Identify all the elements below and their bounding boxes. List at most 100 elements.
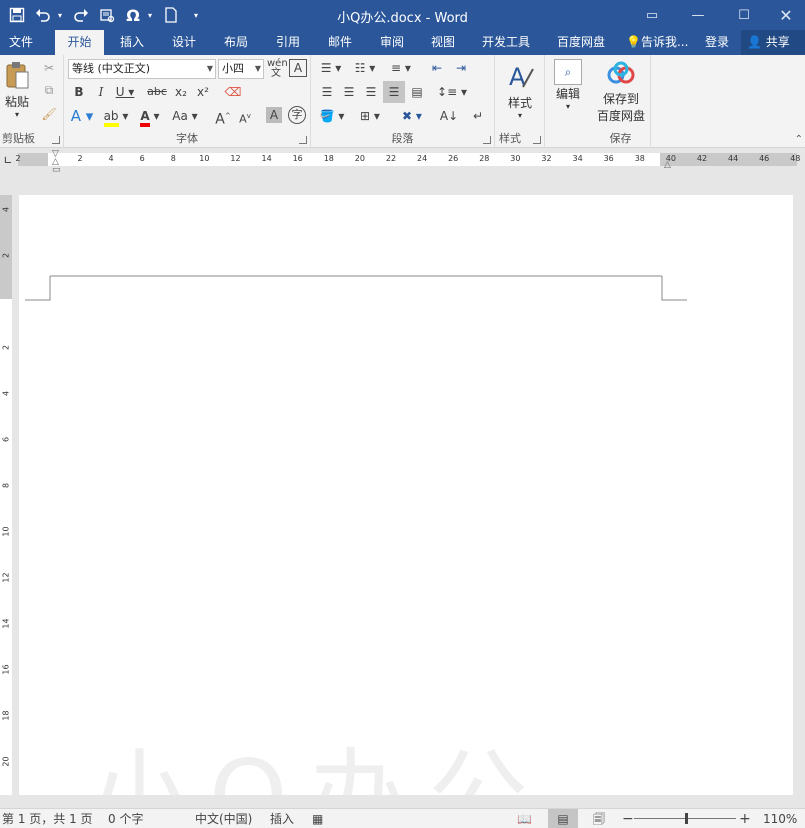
justify-icon[interactable]: ☰	[383, 81, 405, 103]
subscript-icon[interactable]: x₂	[172, 83, 190, 101]
macro-record-icon[interactable]: ▦	[312, 809, 323, 828]
ruler-number: 24	[417, 154, 428, 163]
strikethrough-icon[interactable]: abc	[146, 83, 168, 101]
align-left-icon[interactable]: ☰	[317, 83, 337, 101]
asian-layout-icon[interactable]: ✖ ▾	[397, 107, 427, 125]
sort-icon[interactable]: A↓	[439, 107, 459, 125]
text-effects-icon[interactable]: A ▾	[70, 107, 94, 125]
paragraph-group-label: 段落	[391, 132, 414, 145]
zoom-in-icon[interactable]: +	[739, 809, 751, 828]
grow-font-icon[interactable]: A^	[214, 107, 232, 129]
web-layout-icon[interactable]: 🗐	[593, 809, 605, 828]
tab-design[interactable]: 设计	[162, 30, 206, 55]
ruler-number: 30	[510, 154, 521, 163]
styles-dropdown-icon[interactable]: ▾	[501, 111, 539, 120]
font-name-combo[interactable]: 等线 (中文正文) ▼	[68, 59, 216, 79]
borders-icon[interactable]: ⊞ ▾	[355, 107, 385, 125]
font-size-combo[interactable]: 小四 ▼	[218, 59, 264, 79]
login-link[interactable]: 登录	[705, 30, 729, 55]
document-page[interactable]: 小Q办公	[19, 195, 793, 795]
page-count[interactable]: 第 1 页，共 1 页	[2, 809, 93, 828]
ruler-number: 14	[261, 154, 272, 163]
font-color-icon[interactable]: A ▾	[136, 107, 164, 127]
superscript-icon[interactable]: x²	[194, 83, 212, 101]
horizontal-ruler[interactable]: ∟ 2 2 4 6 8 10 12 14 16 18 20 22 24 26 28 30 32 34 36 38 40…	[0, 149, 805, 175]
format-painter-icon[interactable]: 🖌	[40, 105, 58, 123]
show-marks-icon[interactable]: ↵	[469, 107, 487, 125]
tab-review[interactable]: 审阅	[370, 30, 414, 55]
paragraph-launcher-icon[interactable]	[483, 136, 491, 144]
first-line-indent-marker[interactable]: ▽ △ ▭	[52, 150, 61, 175]
shading-icon[interactable]: 🪣 ▾	[317, 107, 347, 125]
right-indent-marker[interactable]: △	[664, 160, 671, 170]
vertical-scrollbar[interactable]	[797, 171, 805, 799]
word-count[interactable]: 0 个字	[108, 809, 143, 828]
print-layout-icon[interactable]: ▤	[548, 809, 578, 828]
bold-icon[interactable]: B	[70, 83, 88, 101]
phonetic-guide-icon[interactable]: wén 文	[267, 59, 288, 79]
save-to-netdisk-button[interactable]: 保存到 百度网盘	[593, 61, 649, 124]
paste-dropdown-icon[interactable]: ▾	[2, 110, 32, 119]
shrink-font-icon[interactable]: Av	[236, 107, 254, 129]
editing-button[interactable]: ⌕ 编辑 ▾	[549, 59, 587, 111]
tell-me-box[interactable]: 💡告诉我...	[626, 30, 688, 55]
tab-home[interactable]: 开始	[55, 30, 104, 55]
align-right-icon[interactable]: ☰	[361, 83, 381, 101]
tab-references[interactable]: 引用	[266, 30, 310, 55]
styles-button[interactable]: A 样式 ▾	[501, 61, 539, 120]
tab-developer[interactable]: 开发工具	[474, 30, 538, 55]
zoom-out-icon[interactable]: −	[622, 809, 634, 828]
numbering-icon[interactable]: ☷ ▾	[351, 59, 379, 77]
tab-insert[interactable]: 插入	[110, 30, 154, 55]
ribbon-display-options-icon[interactable]: ▭	[629, 0, 675, 30]
enclose-characters-icon[interactable]: 字	[288, 106, 306, 124]
highlight-icon[interactable]: ab ▾	[102, 107, 130, 127]
close-icon[interactable]: ✕	[763, 0, 805, 30]
read-mode-icon[interactable]: 📖	[517, 809, 532, 828]
multilevel-list-icon[interactable]: ≡ ▾	[387, 59, 415, 77]
font-name-dropdown-icon[interactable]: ▼	[207, 60, 213, 78]
collapse-ribbon-icon[interactable]: ⌃	[795, 134, 803, 145]
line-spacing-icon[interactable]: ↕≡ ▾	[437, 83, 467, 101]
search-icon: ⌕	[554, 59, 582, 85]
cut-icon[interactable]: ✂	[40, 59, 58, 77]
bullets-icon[interactable]: ☰ ▾	[317, 59, 345, 77]
underline-icon[interactable]: U ▾	[114, 83, 136, 101]
vruler-number: 16	[1, 664, 11, 675]
tab-layout[interactable]: 布局	[214, 30, 258, 55]
tab-baidu-netdisk[interactable]: 百度网盘	[548, 30, 614, 55]
tab-file[interactable]: 文件	[0, 30, 42, 55]
insert-mode[interactable]: 插入	[270, 809, 294, 828]
tab-mailings[interactable]: 邮件	[318, 30, 362, 55]
font-group-label: 字体	[176, 132, 198, 145]
align-center-icon[interactable]: ☰	[339, 83, 359, 101]
ruler-number: 2	[77, 154, 83, 163]
font-size-value: 小四	[222, 62, 244, 75]
character-border-icon[interactable]: A	[289, 59, 307, 77]
zoom-level[interactable]: 110%	[763, 809, 797, 828]
status-bar: 第 1 页，共 1 页 0 个字 中文(中国) 插入 ▦ 📖 ▤ 🗐 − + 1…	[0, 808, 805, 828]
increase-indent-icon[interactable]: ⇥	[451, 59, 471, 77]
zoom-slider-thumb[interactable]	[685, 813, 688, 824]
clear-formatting-icon[interactable]: ⌫	[224, 83, 242, 101]
tab-view[interactable]: 视图	[421, 30, 465, 55]
change-case-icon[interactable]: Aa ▾	[170, 107, 200, 125]
copy-icon[interactable]: ⧉	[40, 81, 58, 99]
editing-dropdown-icon[interactable]: ▾	[549, 102, 587, 111]
maximize-icon[interactable]: ☐	[721, 0, 767, 30]
character-shading-icon[interactable]: A	[266, 107, 282, 123]
styles-launcher-icon[interactable]	[533, 136, 541, 144]
vertical-ruler[interactable]: 4 2 2 4 6 8 10 12 14 16 18 20	[0, 195, 12, 795]
font-launcher-icon[interactable]	[299, 136, 307, 144]
paste-button[interactable]: 粘贴 ▾	[2, 60, 32, 119]
vruler-number: 4	[1, 390, 11, 397]
share-button[interactable]: 👤 共享	[741, 30, 805, 55]
styles-icon: A	[509, 63, 534, 91]
italic-icon[interactable]: I	[92, 83, 110, 101]
distributed-icon[interactable]: ▤	[407, 83, 427, 101]
minimize-icon[interactable]: —	[675, 0, 721, 30]
clipboard-launcher-icon[interactable]	[52, 136, 60, 144]
decrease-indent-icon[interactable]: ⇤	[427, 59, 447, 77]
language[interactable]: 中文(中国)	[195, 809, 252, 828]
font-size-dropdown-icon[interactable]: ▼	[255, 60, 261, 78]
